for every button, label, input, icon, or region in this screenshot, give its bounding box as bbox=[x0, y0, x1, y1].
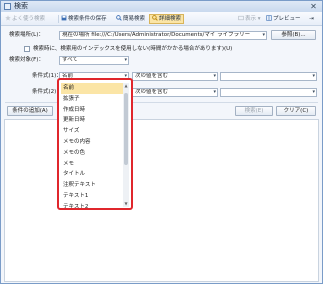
preview-button[interactable]: プレビュー bbox=[266, 14, 301, 24]
dropdown-item[interactable]: メモの内容 bbox=[61, 137, 124, 148]
save-conditions-label: 検索条件の保存 bbox=[68, 16, 107, 22]
scroll-up-icon[interactable]: ▲ bbox=[123, 83, 129, 89]
search-target-select[interactable]: すべて ▾ bbox=[59, 56, 129, 65]
close-icon[interactable]: ✕ bbox=[309, 2, 318, 11]
favorite-search-label: よく使う検索 bbox=[12, 16, 46, 22]
advanced-search-label: 詳細検索 bbox=[159, 16, 182, 22]
dropdown-item[interactable]: テキスト1 bbox=[61, 191, 124, 202]
condition2-operator-value: 次の値を含む bbox=[135, 89, 169, 95]
dropdown-item[interactable]: 更新日時 bbox=[61, 115, 124, 126]
dropdown-item[interactable]: タイトル bbox=[61, 169, 124, 180]
chevron-down-icon: ▾ bbox=[213, 89, 216, 95]
search-results-pane bbox=[4, 119, 319, 282]
chevron-down-icon: ▾ bbox=[256, 16, 261, 22]
add-condition-button[interactable]: 条件の追加(A) bbox=[7, 106, 53, 116]
chevron-down-icon: ▾ bbox=[213, 73, 216, 79]
scrollbar-thumb[interactable] bbox=[124, 93, 128, 165]
search-button[interactable]: 検索(E) bbox=[235, 106, 273, 116]
advanced-search-button[interactable]: 詳細検索 bbox=[149, 14, 185, 24]
search-location-label: 検索場所(L)： bbox=[9, 32, 44, 38]
search-target-value: すべて bbox=[62, 57, 78, 63]
condition1-operator-select[interactable]: 次の値を含む ▾ bbox=[132, 72, 218, 81]
favorite-search-button[interactable]: よく使う検索 bbox=[5, 14, 45, 24]
search-icon bbox=[116, 15, 122, 21]
view-icon bbox=[238, 15, 244, 21]
pin-icon[interactable]: ⇥ bbox=[309, 14, 314, 24]
dropdown-item[interactable]: メモの色 bbox=[61, 148, 124, 159]
search-location-value: 現在の場所 file:///C:/Users/Administrator/Doc… bbox=[62, 32, 251, 38]
dropdown-item[interactable]: テキスト2 bbox=[61, 202, 124, 208]
condition2-value-input[interactable]: ▾ bbox=[220, 88, 317, 97]
field-dropdown-list[interactable]: 名前 拡張子 作成日時 更新日時 サイズ メモの内容 メモの色 メモ タイトル 注釈テキスト テキス… bbox=[57, 78, 133, 210]
search-target-label: 検索対象(F)： bbox=[9, 57, 44, 63]
preview-label: プレビュー bbox=[273, 16, 301, 22]
preview-icon bbox=[266, 15, 272, 21]
window-title: 検索 bbox=[14, 2, 28, 10]
dropdown-item[interactable]: 名前 bbox=[61, 83, 124, 94]
scroll-down-icon[interactable]: ▼ bbox=[123, 201, 129, 207]
view-label: 表示 bbox=[245, 16, 257, 22]
browse-button[interactable]: 参照(B)... bbox=[271, 30, 316, 40]
simple-search-button[interactable]: 簡易検索 bbox=[116, 14, 145, 24]
search-window: 検索 ✕ よく使う検索 検索条件の保存 簡易検索 詳細検索 表示 ▾ プレビュー… bbox=[0, 0, 323, 284]
toolbar-separator bbox=[58, 15, 59, 23]
index-checkbox-label: 検索時に、検索用のインデックスを使用しない(時間がかかる場合があります)(U) bbox=[33, 46, 233, 52]
index-checkbox[interactable] bbox=[24, 46, 30, 52]
chevron-down-icon: ▾ bbox=[262, 32, 265, 38]
condition1-value-input[interactable]: ▾ bbox=[220, 72, 317, 81]
chevron-down-icon: ▾ bbox=[124, 57, 127, 63]
chevron-down-icon: ▾ bbox=[312, 89, 315, 95]
dropdown-item[interactable]: 注釈テキスト bbox=[61, 180, 124, 191]
condition2-operator-select[interactable]: 次の値を含む ▾ bbox=[132, 88, 218, 97]
condition1-operator-value: 次の値を含む bbox=[135, 73, 169, 79]
star-icon bbox=[5, 15, 11, 21]
view-button[interactable]: 表示 ▾ bbox=[238, 14, 261, 24]
chevron-down-icon: ▾ bbox=[312, 73, 315, 79]
toolbar: よく使う検索 検索条件の保存 簡易検索 詳細検索 表示 ▾ プレビュー ⇥ bbox=[1, 12, 322, 26]
dropdown-item[interactable]: サイズ bbox=[61, 126, 124, 137]
search-location-select[interactable]: 現在の場所 file:///C:/Users/Administrator/Doc… bbox=[59, 31, 267, 40]
title-bar: 検索 ✕ bbox=[1, 1, 322, 12]
app-icon bbox=[4, 3, 11, 10]
dropdown-scrollbar[interactable]: ▲ ▼ bbox=[123, 83, 129, 207]
dropdown-item[interactable]: 拡張子 bbox=[61, 94, 124, 105]
simple-search-label: 簡易検索 bbox=[123, 16, 146, 22]
dropdown-items: 名前 拡張子 作成日時 更新日時 サイズ メモの内容 メモの色 メモ タイトル 注釈テキスト テキス… bbox=[61, 83, 124, 208]
save-icon bbox=[61, 15, 67, 21]
dropdown-item[interactable]: 作成日時 bbox=[61, 105, 124, 116]
save-conditions-button[interactable]: 検索条件の保存 bbox=[61, 14, 107, 24]
clear-button[interactable]: クリア(C) bbox=[276, 106, 316, 116]
divider bbox=[5, 102, 318, 103]
advanced-search-icon bbox=[152, 15, 158, 21]
dropdown-item[interactable]: メモ bbox=[61, 159, 124, 170]
